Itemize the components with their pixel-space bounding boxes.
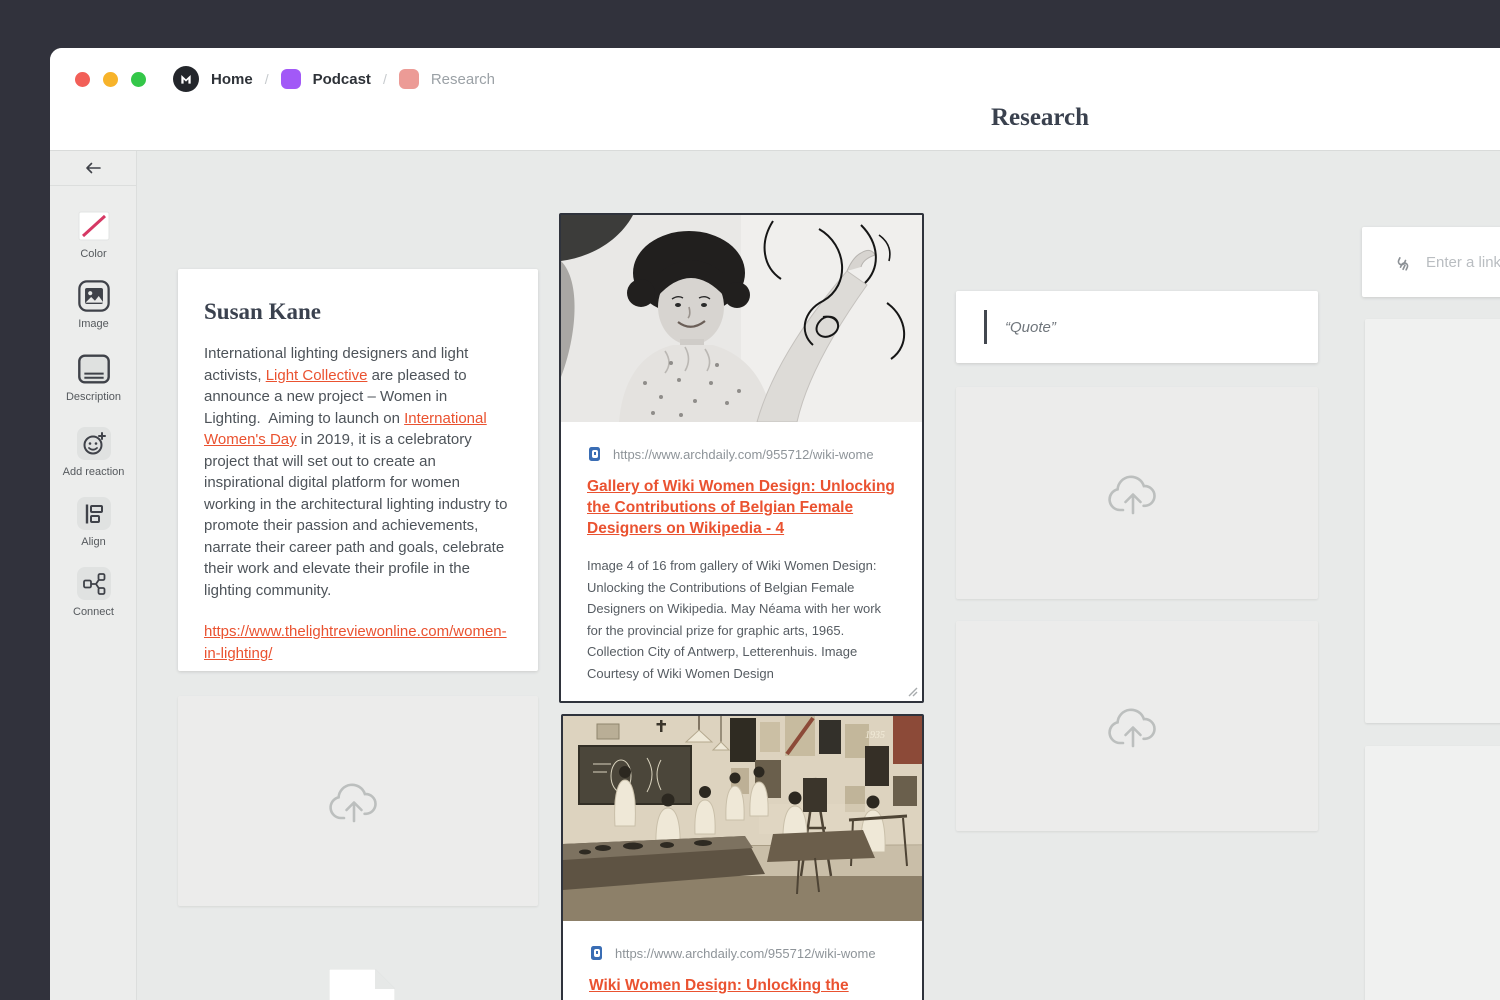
tool-description[interactable]: Description	[50, 352, 137, 403]
breadcrumb-podcast-swatch[interactable]	[281, 69, 301, 89]
favicon	[589, 945, 605, 961]
quote-bar	[984, 310, 987, 344]
tool-label: Color	[80, 248, 106, 260]
note-text: in 2019, it is a celebratory project tha…	[204, 431, 508, 599]
window-header: Home / Podcast / Research Research	[50, 48, 1500, 151]
color-swatch-icon	[77, 209, 111, 242]
breadcrumb-podcast[interactable]: Podcast	[313, 71, 371, 88]
empty-card-partial[interactable]	[1365, 746, 1500, 1000]
document-card-partial[interactable]	[329, 969, 395, 1000]
link-description: Image 4 of 16 from gallery of Wiki Women…	[587, 555, 896, 684]
collapse-sidebar-button[interactable]	[50, 151, 136, 186]
note-body: International lighting designers and lig…	[204, 343, 512, 601]
note-url-link[interactable]: https://www.thelightreviewonline.com/wom…	[204, 621, 512, 664]
quote-text: “Quote”	[1005, 319, 1056, 336]
cloud-upload-icon	[1105, 702, 1169, 750]
back-arrow-icon	[84, 161, 102, 175]
tool-label: Add reaction	[63, 466, 125, 478]
link-preview-photo-portrait	[561, 215, 922, 422]
link-card[interactable]: https://www.archdaily.com/955712/wiki-wo…	[559, 213, 924, 703]
breadcrumb-research-swatch[interactable]	[399, 69, 419, 89]
image-icon	[77, 279, 111, 312]
description-icon	[77, 352, 111, 385]
page-title: Research	[991, 104, 1089, 132]
tool-connect[interactable]: Connect	[50, 567, 137, 618]
note-inline-link[interactable]: Light Collective	[266, 367, 368, 384]
tool-image[interactable]: Image	[50, 279, 137, 330]
traffic-light-zoom[interactable]	[131, 72, 146, 87]
link-preview-photo-classroom: 1935	[563, 716, 922, 921]
tool-add-reaction[interactable]: Add reaction	[50, 427, 137, 478]
link-title[interactable]: Gallery of Wiki Women Design: Unlocking …	[587, 476, 896, 539]
cloud-upload-icon	[326, 777, 390, 825]
connect-icon	[77, 567, 111, 600]
link-card[interactable]: 1935	[561, 714, 924, 1000]
resize-handle-icon[interactable]	[907, 686, 919, 698]
link-title[interactable]: Wiki Women Design: Unlocking the	[589, 975, 896, 996]
app-window: Home / Podcast / Research Research Color	[50, 48, 1500, 1000]
board-canvas[interactable]: Susan Kane International lighting design…	[137, 151, 1500, 1000]
tool-label: Image	[78, 318, 109, 330]
photo-year-label: 1935	[865, 730, 885, 741]
upload-placeholder-card[interactable]	[956, 621, 1318, 831]
tool-align[interactable]: Align	[50, 497, 137, 548]
link-input[interactable]	[1426, 254, 1500, 271]
favicon	[587, 446, 603, 462]
note-title: Susan Kane	[204, 299, 512, 325]
upload-placeholder-card[interactable]	[956, 387, 1318, 599]
cloud-upload-icon	[1105, 469, 1169, 517]
traffic-light-close[interactable]	[75, 72, 90, 87]
upload-placeholder-card[interactable]	[178, 696, 538, 906]
toolbar-sidebar: Color Image Description	[50, 151, 137, 1000]
breadcrumb-home[interactable]: Home	[211, 71, 253, 88]
empty-card-partial[interactable]	[1365, 319, 1500, 723]
breadcrumb-separator: /	[265, 71, 269, 87]
traffic-light-minimize[interactable]	[103, 72, 118, 87]
tool-color[interactable]: Color	[50, 209, 137, 260]
quote-card[interactable]: “Quote”	[956, 291, 1318, 363]
add-reaction-icon	[77, 427, 111, 460]
link-url-text: https://www.archdaily.com/955712/wiki-wo…	[613, 447, 896, 462]
link-url-text: https://www.archdaily.com/955712/wiki-wo…	[615, 946, 896, 961]
link-input-card[interactable]	[1362, 227, 1500, 297]
tool-label: Connect	[73, 606, 114, 618]
milanote-logo-icon[interactable]	[173, 66, 199, 92]
breadcrumb-research: Research	[431, 71, 495, 88]
align-icon	[77, 497, 111, 530]
tool-label: Description	[66, 391, 121, 403]
breadcrumb-separator: /	[383, 71, 387, 87]
tool-label: Align	[81, 536, 105, 548]
note-card[interactable]: Susan Kane International lighting design…	[178, 269, 538, 671]
link-icon	[1392, 251, 1414, 273]
